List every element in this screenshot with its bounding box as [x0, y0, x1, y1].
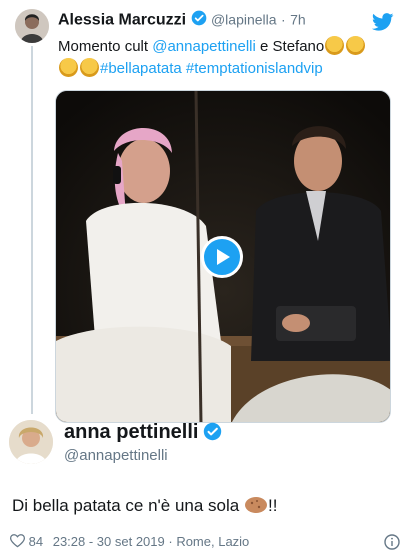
like-button[interactable]: 84: [9, 534, 44, 551]
header-separator: ·: [281, 11, 286, 28]
potato-emoji-icon: [244, 496, 268, 519]
reply-author-name[interactable]: anna pettinelli: [64, 421, 198, 443]
parent-tweet-header: Alessia Marcuzzi @lapinella · 7h: [58, 10, 306, 31]
play-icon: [217, 249, 230, 265]
verified-badge-icon: [191, 10, 207, 31]
princess-emoji-icon: [346, 36, 366, 55]
reply-tweet-text: Di bella patata ce n'è una sola !!: [12, 496, 277, 519]
heart-icon: [9, 534, 26, 551]
twitter-bird-icon[interactable]: [371, 13, 394, 36]
play-button[interactable]: [201, 236, 243, 278]
location-separator: ·: [164, 534, 177, 549]
text-middle: e Stefano: [255, 38, 325, 55]
reply-author-avatar[interactable]: [9, 420, 53, 464]
reply-author-handle[interactable]: @annapettinelli: [64, 447, 168, 464]
hashtag-link[interactable]: #temptationislandvip: [186, 60, 323, 77]
reply-text-suffix: !!: [267, 496, 278, 515]
parent-tweet-text: Momento cult @annapettinelli e Stefano #…: [58, 36, 398, 80]
text-prefix: Momento cult: [58, 38, 153, 55]
reply-text-main: Di bella patata ce n'è una sola: [12, 496, 240, 515]
mention-link[interactable]: @annapettinelli: [152, 38, 256, 55]
princess-emoji-icon: [59, 58, 78, 77]
avatar-image: [15, 9, 49, 43]
verified-badge-icon: [203, 422, 222, 446]
parent-author-handle[interactable]: @lapinella: [211, 12, 277, 28]
hashtag-link[interactable]: #bellapatata: [100, 60, 182, 77]
like-count: 84: [28, 534, 44, 549]
parent-author-name[interactable]: Alessia Marcuzzi: [58, 12, 186, 29]
tweet-footer: 84 23:28 - 30 set 2019 · Rome, Lazio: [9, 534, 249, 551]
thread-connector-line: [31, 46, 33, 414]
reply-tweet-header: anna pettinelli: [64, 421, 222, 446]
princess-emoji-icon: [80, 58, 99, 77]
parent-tweet-time[interactable]: 7h: [290, 12, 306, 28]
info-icon[interactable]: [384, 534, 400, 555]
princess-emoji-icon: [325, 36, 345, 55]
tweet-location[interactable]: Rome, Lazio: [176, 534, 249, 549]
tweet-timestamp[interactable]: 23:28 - 30 set 2019: [53, 534, 165, 549]
parent-author-avatar[interactable]: [15, 9, 49, 43]
avatar-image: [9, 420, 53, 464]
